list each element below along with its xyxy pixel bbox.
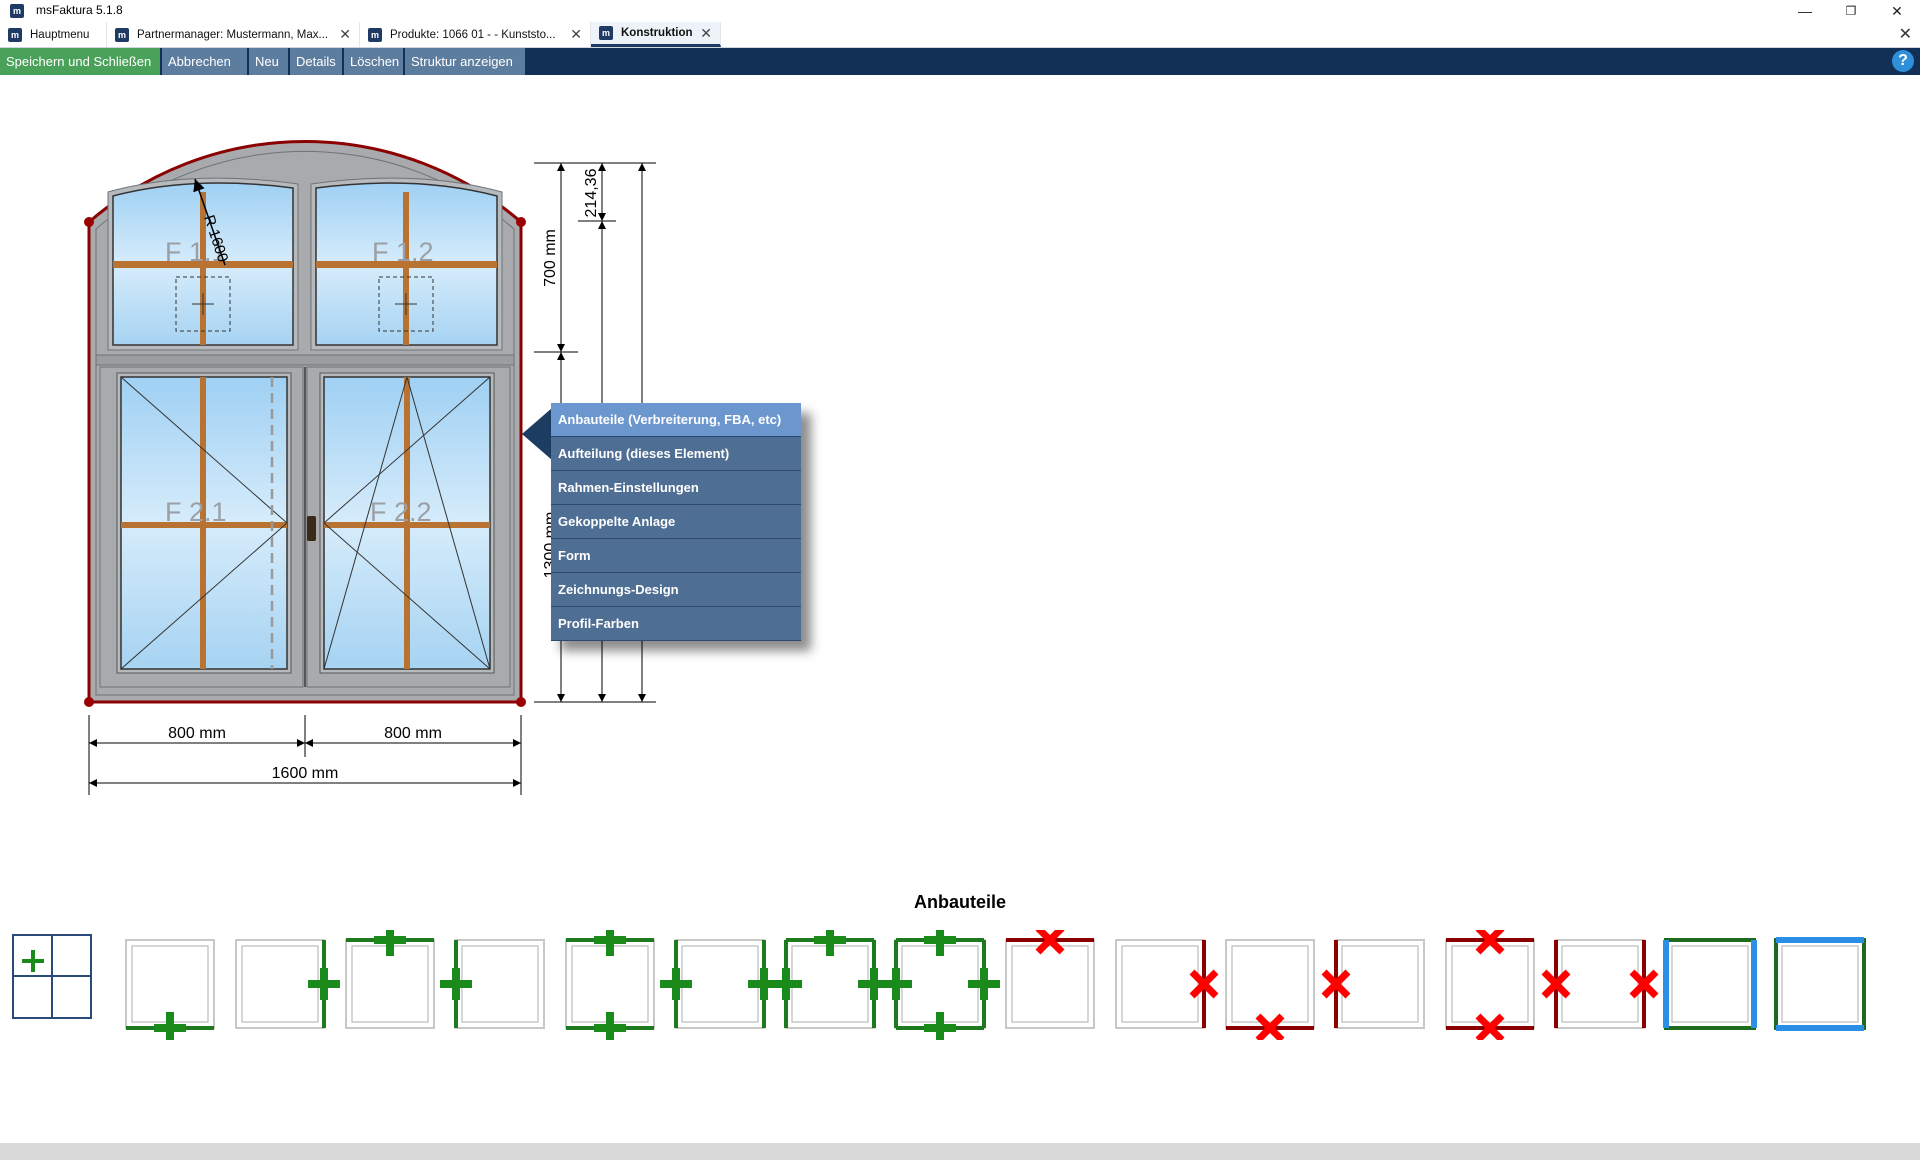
add-left-right-icon[interactable] (660, 939, 780, 1029)
add-split-icon[interactable] (12, 934, 92, 1019)
menu-item-profil-farben[interactable]: Profil-Farben (551, 607, 801, 641)
close-window-button[interactable]: ✕ (1874, 0, 1920, 22)
field-f22[interactable]: F 2.2 (319, 372, 495, 674)
remove-left-right-icon[interactable] (1541, 939, 1659, 1029)
minimize-button[interactable]: — (1782, 0, 1828, 22)
cancel-button[interactable]: Abbrechen (162, 48, 248, 75)
show-structure-button[interactable]: Struktur anzeigen (405, 48, 526, 75)
title-bar: m msFaktura 5.1.8 — ❐ ✕ (0, 0, 1920, 22)
menu-item-form[interactable]: Form (551, 539, 801, 573)
close-all-tabs-icon[interactable]: ✕ (1899, 24, 1912, 44)
dim-width-right: 800 mm (384, 725, 442, 742)
maximize-button[interactable]: ❐ (1828, 0, 1874, 22)
width-dimensions: 800 mm 800 mm 1600 mm (88, 715, 522, 795)
add-bottom-icon[interactable] (125, 939, 215, 1040)
window-construction-drawing[interactable]: F 1.1 F 1.2 F 2.1 F 2.2 R 1600 800 mm 80… (0, 75, 1920, 835)
corner-point-icon[interactable] (516, 217, 526, 227)
tab-label: Produkte: 1066 01 - - Kunststo... (390, 28, 556, 41)
app-logo-icon: m (368, 27, 382, 42)
close-icon[interactable]: ✕ (700, 25, 712, 42)
delete-button[interactable]: Löschen (344, 48, 404, 75)
remove-top-bottom-icon[interactable] (1445, 930, 1535, 1040)
tab-produkte[interactable]: m Produkte: 1066 01 - - Kunststo... ✕ (360, 22, 591, 47)
save-close-button[interactable]: Speichern und Schließen (0, 48, 161, 75)
app-logo-icon: m (10, 4, 24, 18)
new-button[interactable]: Neu (249, 48, 289, 75)
anbauteile-toolbar (12, 930, 1866, 1040)
blue-top-bottom-icon[interactable] (1774, 937, 1866, 1031)
add-top-icon[interactable] (345, 930, 435, 1029)
field-f21[interactable]: F 2.1 (116, 372, 292, 674)
menu-item-aufteilung[interactable]: Aufteilung (dieses Element) (551, 437, 801, 471)
tab-hauptmenu[interactable]: m Hauptmenu (0, 22, 107, 47)
remove-right-icon[interactable] (1115, 939, 1219, 1029)
window-title: msFaktura 5.1.8 (36, 3, 123, 17)
add-left-icon[interactable] (440, 939, 545, 1029)
menu-item-anbauteile[interactable]: Anbauteile (Verbreiterung, FBA, etc) (551, 403, 801, 437)
add-all-icon[interactable] (880, 930, 1000, 1040)
context-menu-pointer-icon (522, 408, 552, 460)
remove-bottom-icon[interactable] (1225, 939, 1315, 1040)
tab-bar: m Hauptmenu m Partnermanager: Mustermann… (0, 22, 1920, 48)
menu-item-rahmen-einstellungen[interactable]: Rahmen-Einstellungen (551, 471, 801, 505)
dim-width-total: 1600 mm (272, 765, 339, 782)
dim-height-top: 700 mm (542, 229, 559, 287)
field-f12[interactable]: F 1.2 (310, 177, 503, 351)
tab-label: Konstruktion (621, 27, 693, 39)
corner-point-icon[interactable] (516, 697, 526, 707)
app-logo-icon: m (115, 27, 129, 42)
field-label: F 1.2 (372, 237, 434, 267)
toolbar: Speichern und Schließen Abbrechen Neu De… (0, 48, 1920, 75)
status-bar (0, 1143, 1920, 1160)
close-icon[interactable]: ✕ (570, 26, 582, 43)
window-handle-icon (307, 516, 316, 541)
help-button[interactable]: ? (1892, 50, 1914, 72)
context-menu: Anbauteile (Verbreiterung, FBA, etc) Auf… (551, 403, 801, 641)
tab-partnermanager[interactable]: m Partnermanager: Mustermann, Max... ✕ (107, 22, 360, 47)
tab-konstruktion[interactable]: m Konstruktion ✕ (591, 22, 721, 47)
blue-left-right-icon[interactable] (1663, 938, 1757, 1030)
corner-point-icon[interactable] (84, 217, 94, 227)
details-button[interactable]: Details (290, 48, 343, 75)
close-icon[interactable]: ✕ (339, 26, 351, 43)
corner-point-icon[interactable] (84, 697, 94, 707)
remove-left-icon[interactable] (1321, 939, 1425, 1029)
menu-item-zeichnungs-design[interactable]: Zeichnungs-Design (551, 573, 801, 607)
menu-item-gekoppelte-anlage[interactable]: Gekoppelte Anlage (551, 505, 801, 539)
app-logo-icon: m (599, 26, 613, 40)
app-logo-icon: m (8, 27, 22, 42)
field-label: F 2.1 (165, 497, 227, 527)
dim-width-left: 800 mm (168, 725, 226, 742)
add-top-bottom-icon[interactable] (565, 930, 655, 1040)
add-top-left-right-icon[interactable] (770, 930, 890, 1029)
add-right-icon[interactable] (235, 939, 340, 1029)
remove-top-icon[interactable] (1005, 930, 1095, 1029)
anbauteile-title: Anbauteile (913, 892, 1006, 912)
dim-arc-rise: 214,36 (583, 168, 600, 217)
tab-label: Hauptmenu (30, 28, 90, 41)
tab-label: Partnermanager: Mustermann, Max... (137, 28, 329, 41)
field-label: F 2.2 (370, 497, 432, 527)
